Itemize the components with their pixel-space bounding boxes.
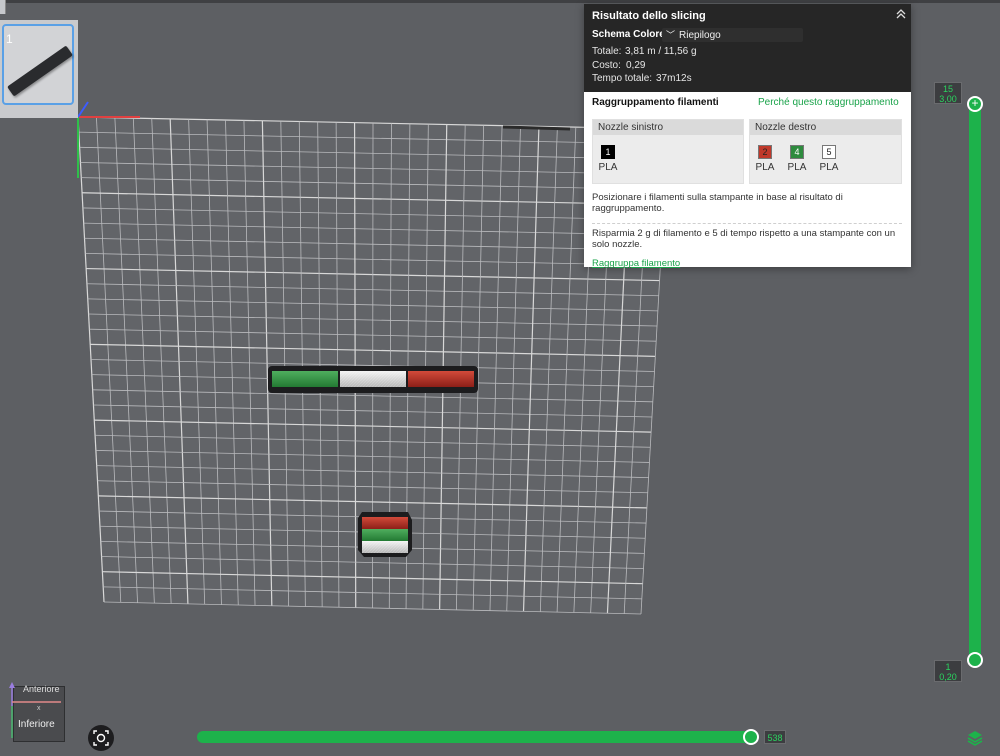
object-small-flag[interactable] <box>358 512 412 557</box>
nozzle-right-box: Nozzle destro 2 PLA 4 PLA 5 PLA <box>749 119 902 184</box>
filament-material: PLA <box>787 162 807 173</box>
color-scheme-label: Schema Colore <box>592 29 665 40</box>
why-grouping-link[interactable]: Perché questo raggruppamento <box>758 97 899 108</box>
filament-slot[interactable]: 4 PLA <box>784 145 810 173</box>
cost-row: Costo: 0,29 <box>592 60 645 71</box>
layers-icon[interactable] <box>966 729 984 747</box>
cost-value: 0,29 <box>626 60 646 71</box>
layer-slider-top-handle[interactable]: + <box>967 96 983 112</box>
color-scheme-value: Riepilogo <box>679 30 721 41</box>
total-value: 3,81 m / 11,56 g <box>625 46 697 57</box>
svg-text:x: x <box>37 705 41 712</box>
move-slider-value: 538 <box>764 730 786 744</box>
3d-viewport[interactable]: 1 Risultato dello slicing Schema Colore … <box>0 0 1000 756</box>
filament-material: PLA <box>819 162 839 173</box>
layer-slider-track[interactable] <box>969 103 981 661</box>
savings-text: Risparmia 2 g di filamento e 5 di tempo … <box>592 228 896 250</box>
layer-bottom-number: 1 <box>945 662 951 672</box>
filament-material: PLA <box>598 162 618 173</box>
move-slider-handle[interactable] <box>743 729 759 745</box>
total-label: Totale: <box>592 46 622 57</box>
time-row: Tempo totale: 37m12s <box>592 73 692 84</box>
panel-title: Risultato dello slicing <box>592 10 706 22</box>
nozzle-left-box: Nozzle sinistro 1 PLA <box>592 119 744 184</box>
layer-slider-bottom-handle[interactable] <box>967 652 983 668</box>
position-hint: Posizionare i filamenti sulla stampante … <box>592 192 843 214</box>
slicing-result-panel: Risultato dello slicing Schema Colore ﹀ R… <box>584 4 911 269</box>
group-filament-link[interactable]: Raggruppa filamento <box>592 258 680 269</box>
time-value: 37m12s <box>656 73 692 84</box>
plate-number: 1 <box>6 32 13 46</box>
view-cube[interactable]: x Anteriore Inferiore <box>7 680 65 742</box>
cost-label: Costo: <box>592 60 621 71</box>
nozzle-right-title: Nozzle destro <box>750 120 901 135</box>
filament-material: PLA <box>755 162 775 173</box>
layer-top-label: 15 3,00 <box>934 82 962 104</box>
nozzle-left-title: Nozzle sinistro <box>593 120 743 135</box>
object-long-bar[interactable] <box>268 366 478 393</box>
result-summary-header: Risultato dello slicing Schema Colore ﹀ R… <box>584 4 911 92</box>
divider <box>592 223 902 224</box>
view-cube-face-label: Inferiore <box>18 719 55 730</box>
chevron-up-double-icon[interactable] <box>895 8 907 20</box>
layer-top-height: 3,00 <box>939 94 957 104</box>
filament-chip: 2 <box>758 145 772 159</box>
layer-bottom-height: 0,20 <box>939 672 957 682</box>
view-cube-top-label: Anteriore <box>23 684 60 694</box>
grouping-title: Raggruppamento filamenti <box>592 97 719 108</box>
layer-bottom-label: 1 0,20 <box>934 660 962 682</box>
color-scheme-select[interactable]: ﹀ Riepilogo <box>662 28 803 42</box>
plate-thumbnail[interactable]: 1 <box>0 20 78 118</box>
move-slider-track[interactable] <box>197 731 753 743</box>
filament-slot[interactable]: 5 PLA <box>816 145 842 173</box>
filament-slot[interactable]: 2 PLA <box>752 145 778 173</box>
filament-chip: 1 <box>601 145 615 159</box>
time-label: Tempo totale: <box>592 73 653 84</box>
plate-edge <box>502 125 571 131</box>
fit-view-button[interactable] <box>88 725 114 751</box>
filament-chip: 4 <box>790 145 804 159</box>
fit-view-icon <box>93 730 109 746</box>
filament-chip: 5 <box>822 145 836 159</box>
chevron-down-icon: ﹀ <box>666 30 676 40</box>
layer-top-number: 15 <box>942 84 953 94</box>
z-axis <box>77 101 89 118</box>
total-row: Totale: 3,81 m / 11,56 g <box>592 46 697 57</box>
filament-slot[interactable]: 1 PLA <box>595 145 621 173</box>
plus-icon: + <box>971 96 979 110</box>
